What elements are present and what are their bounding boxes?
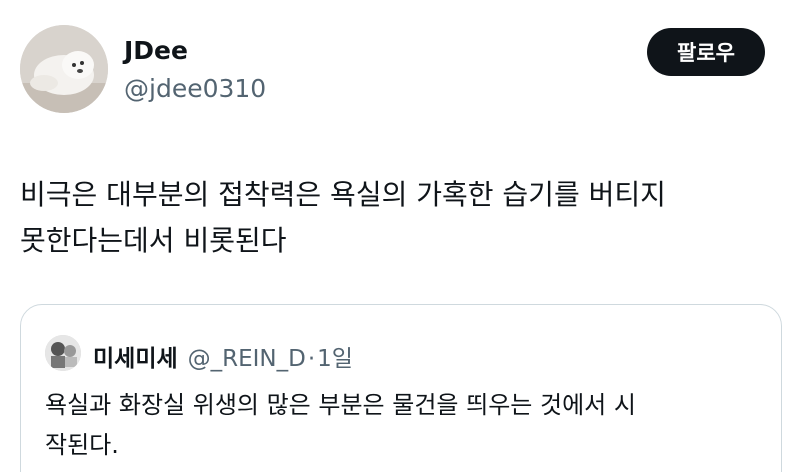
tweet-text-line: 못한다는데서 비롯된다 <box>20 224 287 257</box>
tweet-text-line: 비극은 대부분의 접착력은 욕실의 가혹한 습기를 버티지 <box>20 178 666 211</box>
quote-author-avatar <box>45 335 81 371</box>
quote-author-handle: @_REIN_D <box>187 346 306 372</box>
quote-header: 미세미세 @_REIN_D · 1일 <box>93 339 353 373</box>
author-display-name[interactable]: JDee <box>124 36 188 65</box>
avatar-photo-icon <box>20 25 108 113</box>
author-handle[interactable]: @jdee0310 <box>124 74 266 103</box>
follow-button[interactable]: 팔로우 <box>647 28 765 76</box>
quote-author-name: 미세미세 <box>93 346 178 372</box>
quoted-tweet[interactable]: 미세미세 @_REIN_D · 1일 욕실과 화장실 위생의 많은 부분은 물건… <box>20 304 782 472</box>
quote-separator: · <box>307 346 316 372</box>
tweet-text: 비극은 대부분의 접착력은 욕실의 가혹한 습기를 버티지 못한다는데서 비롯된… <box>20 172 780 264</box>
quote-text-line: 욕실과 화장실 위생의 많은 부분은 물건을 띄우는 것에서 시 <box>45 391 636 419</box>
avatar-illustration-icon <box>45 335 81 371</box>
quote-text-line: 작된다. <box>45 431 119 459</box>
tweet-card: JDee @jdee0310 팔로우 비극은 대부분의 접착력은 욕실의 가혹한… <box>0 0 800 472</box>
author-avatar[interactable] <box>20 25 108 113</box>
quote-timestamp: 1일 <box>317 346 353 372</box>
quote-text: 욕실과 화장실 위생의 많은 부분은 물건을 띄우는 것에서 시 작된다. <box>45 385 765 465</box>
